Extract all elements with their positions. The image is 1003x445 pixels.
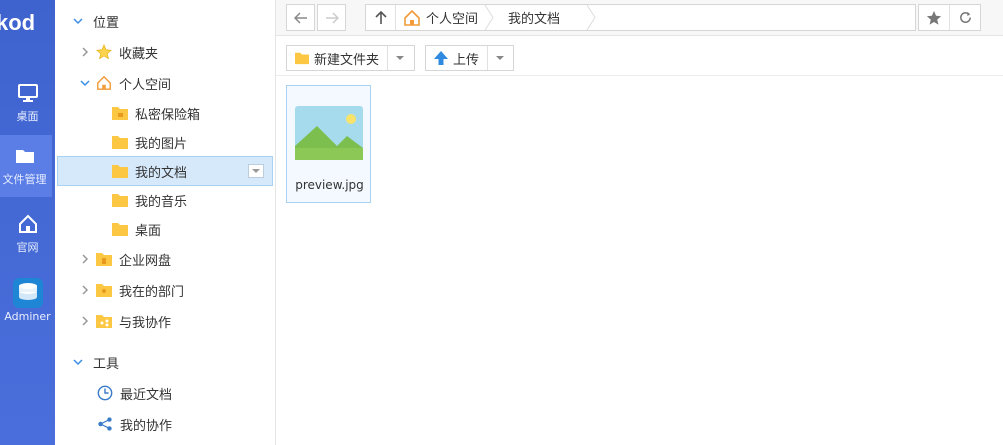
tree-label: 个人空间 bbox=[119, 77, 172, 93]
tree-label: 桌面 bbox=[135, 223, 162, 239]
tree-label: 我的协作 bbox=[120, 418, 173, 434]
home-icon bbox=[97, 75, 111, 90]
new-folder-dropdown[interactable] bbox=[387, 46, 411, 70]
breadcrumb: 个人空间 我的文档 bbox=[365, 4, 916, 31]
upload-label: 上传 bbox=[453, 52, 480, 68]
folder-icon bbox=[112, 136, 128, 149]
tree-item-shared-with-me[interactable]: 与我协作 bbox=[80, 306, 298, 336]
breadcrumb-label: 我的文档 bbox=[508, 12, 561, 27]
tree-label: 企业网盘 bbox=[119, 253, 172, 269]
chevron-right-icon bbox=[80, 47, 90, 57]
tree-label: 私密保险箱 bbox=[135, 107, 201, 123]
folder-icon bbox=[15, 150, 34, 163]
up-button[interactable] bbox=[366, 5, 396, 30]
tree-item-personal-space[interactable]: 个人空间 bbox=[80, 68, 298, 98]
folder-tree: 位置 收藏夹 个人空间 私密保险箱 我的图片 我的文档 我的音乐 桌面 企业网盘… bbox=[55, 0, 328, 445]
file-name: preview.jpg bbox=[295, 178, 364, 192]
caret-down-icon bbox=[495, 56, 504, 60]
tree-label: 工具 bbox=[93, 356, 120, 372]
tree-label: 位置 bbox=[93, 15, 120, 31]
upload-arrow-icon bbox=[434, 51, 448, 65]
home-icon bbox=[404, 9, 420, 26]
folder-icon bbox=[112, 223, 128, 236]
tree-label: 我的图片 bbox=[135, 136, 188, 152]
new-folder-button[interactable]: 新建文件夹 bbox=[286, 45, 415, 71]
department-folder-icon bbox=[96, 284, 112, 297]
star-icon bbox=[927, 10, 942, 25]
upload-dropdown[interactable] bbox=[487, 46, 511, 70]
monitor-icon bbox=[17, 84, 38, 102]
refresh-icon bbox=[959, 11, 971, 23]
breadcrumb-separator bbox=[586, 5, 596, 30]
main-panel: 个人空间 我的文档 新建文件夹 上传 preview.jpg bbox=[276, 0, 1003, 445]
address-bar: 个人空间 我的文档 bbox=[276, 0, 1003, 36]
database-icon bbox=[12, 278, 43, 308]
nav-label: 文件管理 bbox=[2, 173, 47, 186]
nav-label: 桌面 bbox=[16, 110, 39, 123]
tree-label: 我的音乐 bbox=[135, 194, 188, 210]
breadcrumb-item-my-documents[interactable]: 我的文档 bbox=[508, 5, 560, 30]
app-nav: kod 桌面 文件管理 官网 Adminer bbox=[0, 0, 55, 445]
dropdown-caret-icon[interactable] bbox=[248, 164, 264, 178]
arrow-right-icon bbox=[325, 11, 339, 24]
nav-label: 官网 bbox=[16, 241, 39, 254]
chevron-right-icon bbox=[80, 316, 90, 326]
tree-label: 最近文档 bbox=[120, 387, 173, 403]
tree-label: 我在的部门 bbox=[119, 284, 185, 300]
chevron-down-icon bbox=[80, 78, 90, 88]
new-folder-label: 新建文件夹 bbox=[314, 52, 380, 68]
tree-label: 与我协作 bbox=[119, 315, 172, 331]
image-thumbnail-icon bbox=[295, 106, 363, 160]
locked-folder-icon bbox=[112, 107, 128, 120]
clock-icon bbox=[97, 385, 113, 401]
nav-label: Adminer bbox=[4, 310, 51, 323]
nav-file-manager[interactable]: 文件管理 bbox=[0, 135, 52, 197]
tree-label: 我的文档 bbox=[135, 165, 188, 181]
breadcrumb-separator bbox=[484, 5, 494, 30]
shared-folder-icon bbox=[96, 315, 112, 328]
tree-section-tools[interactable]: 工具 bbox=[73, 347, 291, 377]
arrow-up-icon bbox=[374, 10, 387, 24]
tree-item-my-department[interactable]: 我在的部门 bbox=[80, 275, 298, 305]
favorite-button[interactable] bbox=[919, 5, 949, 30]
app-logo[interactable]: kod bbox=[0, 10, 35, 36]
arrow-left-icon bbox=[293, 11, 307, 24]
caret-down-icon bbox=[395, 56, 404, 60]
nav-official-site[interactable]: 官网 bbox=[0, 203, 55, 265]
tree-item-enterprise-drive[interactable]: 企业网盘 bbox=[80, 244, 298, 274]
tree-section-locations[interactable]: 位置 bbox=[73, 6, 291, 36]
chevron-down-icon bbox=[73, 16, 83, 26]
share-icon bbox=[98, 417, 112, 431]
breadcrumb-label: 个人空间 bbox=[426, 12, 479, 27]
tree-item-favorites[interactable]: 收藏夹 bbox=[80, 37, 298, 67]
breadcrumb-item-personal-space[interactable]: 个人空间 bbox=[402, 5, 478, 30]
chevron-right-icon bbox=[80, 254, 90, 264]
file-item[interactable]: preview.jpg bbox=[286, 85, 371, 203]
address-actions bbox=[918, 4, 981, 31]
chevron-right-icon bbox=[80, 285, 90, 295]
nav-adminer[interactable]: Adminer bbox=[0, 268, 55, 330]
back-button[interactable] bbox=[286, 4, 315, 31]
star-icon bbox=[96, 44, 112, 60]
enterprise-folder-icon bbox=[96, 253, 112, 266]
tree-label: 收藏夹 bbox=[119, 46, 159, 62]
tree-item-my-documents[interactable]: 我的文档 bbox=[57, 156, 273, 186]
forward-button[interactable] bbox=[317, 4, 346, 31]
nav-desktop[interactable]: 桌面 bbox=[0, 72, 55, 134]
file-toolbar: 新建文件夹 上传 bbox=[276, 40, 1003, 76]
folder-icon bbox=[295, 52, 309, 65]
folder-icon bbox=[112, 165, 128, 178]
home-icon bbox=[18, 214, 37, 233]
upload-button[interactable]: 上传 bbox=[425, 45, 514, 71]
chevron-down-icon bbox=[73, 357, 83, 367]
folder-icon bbox=[112, 194, 128, 207]
refresh-button[interactable] bbox=[949, 5, 980, 30]
